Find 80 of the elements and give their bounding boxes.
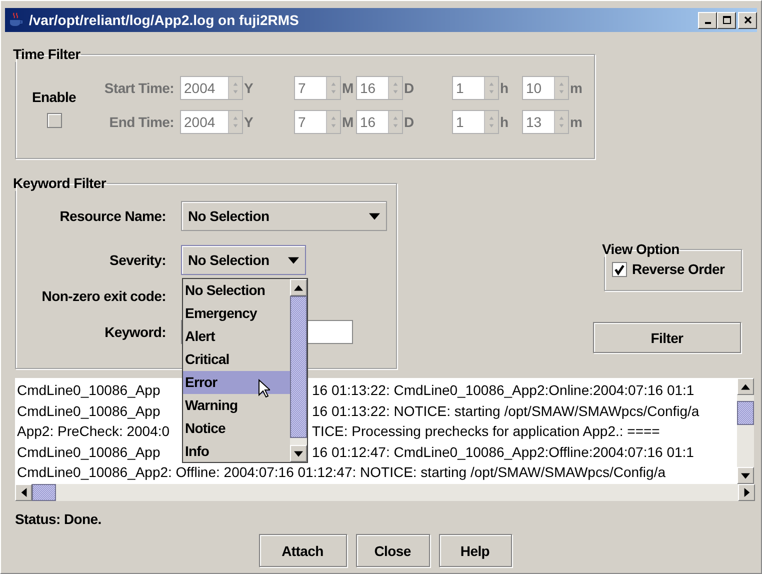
severity-option[interactable]: Warning — [183, 394, 290, 417]
severity-label: Severity: — [108, 252, 166, 268]
horizontal-scrollbar[interactable] — [15, 484, 755, 501]
resource-name-label: Resource Name: — [58, 208, 166, 224]
group-title: Keyword Filter — [12, 175, 108, 191]
log-line: CmdLine0_10086_App — [16, 381, 160, 400]
severity-option[interactable]: Notice — [183, 417, 290, 440]
unit-label: h — [500, 114, 510, 130]
list-scrollbar[interactable] — [290, 279, 307, 462]
dialog-button[interactable]: Attach — [258, 534, 346, 567]
resource-name-dropdown[interactable]: No Selection — [181, 201, 387, 231]
unit-label: h — [500, 80, 510, 96]
spinner-field[interactable]: 16 — [356, 110, 403, 134]
severity-option[interactable]: Emergency — [183, 302, 290, 325]
unit-label: m — [570, 114, 580, 130]
spinner-field[interactable]: 1 — [452, 110, 499, 134]
caret-icon — [369, 212, 380, 220]
unit-label: Y — [244, 80, 254, 96]
close-icon — [742, 15, 752, 25]
log-line: CmdLine0_10086_App — [16, 402, 160, 421]
group-title: View Option — [601, 241, 680, 257]
coffee-cup-icon — [8, 12, 24, 28]
enable-checkbox[interactable] — [46, 112, 62, 128]
maximize-button[interactable] — [717, 12, 736, 28]
spinner-field[interactable]: 7 — [294, 76, 341, 100]
log-line: 16 01:12:47: CmdLine0_10086_App2:Offline:2004:07:16 01:1 — [312, 442, 694, 462]
spinner-field[interactable]: 16 — [356, 76, 403, 100]
keyword-label: Keyword: — [104, 324, 166, 340]
unit-label: m — [570, 80, 580, 96]
unit-label: D — [404, 114, 414, 130]
severity-option[interactable]: Info — [183, 440, 290, 463]
spinner-field[interactable]: 2004 — [180, 76, 243, 100]
minimize-icon — [704, 22, 710, 24]
spinner-field[interactable]: 1 — [452, 76, 499, 100]
severity-option[interactable]: Error — [183, 371, 290, 394]
log-line: TICE: Processing prechecks for application App2.: ==== — [312, 422, 660, 441]
dialog-button[interactable]: Help — [438, 534, 512, 567]
scroll-thumb[interactable] — [290, 296, 307, 438]
spinner-field[interactable]: 7 — [294, 110, 341, 134]
left-arrow-icon[interactable] — [20, 488, 26, 497]
exit-code-label: Non-zero exit code: — [40, 288, 166, 304]
vertical-scrollbar[interactable] — [737, 378, 754, 484]
log-line: 16 01:13:22: CmdLine0_10086_App2:Online:2004:07:16 01:1 — [312, 381, 694, 400]
right-arrow-icon[interactable] — [744, 488, 750, 497]
time-label: End Time: — [108, 114, 174, 130]
log-line: App2: PreCheck: 2004:0 — [16, 422, 170, 441]
unit-label: M — [342, 80, 352, 96]
severity-option[interactable]: Alert — [183, 325, 290, 348]
severity-option[interactable]: No Selection — [183, 279, 290, 302]
group-title: Time Filter — [12, 46, 82, 62]
reverse-order-label: Reverse Order — [632, 261, 725, 277]
scroll-thumb[interactable] — [737, 401, 754, 425]
unit-label: D — [404, 80, 414, 96]
unit-label: Y — [244, 114, 254, 130]
dialog-button[interactable]: Close — [356, 534, 430, 567]
log-line: 16 01:13:22: NOTICE: starting /opt/SMAW/SMAWpcs/Config/a — [312, 402, 700, 420]
close-button[interactable] — [738, 12, 757, 28]
filter-button[interactable]: Filter — [593, 322, 741, 353]
caret-icon — [288, 256, 299, 264]
severity-option[interactable]: Critical — [183, 348, 290, 371]
mouse-pointer-icon — [258, 379, 270, 399]
scroll-thumb[interactable] — [32, 484, 56, 501]
unit-label: M — [342, 114, 352, 130]
enable-label: Enable — [32, 88, 76, 104]
spinner-field[interactable]: 13 — [522, 110, 569, 134]
log-line: CmdLine0_10086_App2: Offline: 2004:07:16 01:12:47: NOTICE: starting /opt/SMAW/SMAWpcs/Config/a — [16, 463, 666, 482]
log-line: CmdLine0_10086_App — [16, 442, 160, 462]
spinner-field[interactable]: 10 — [522, 76, 569, 100]
status-text: Status: Done. — [15, 511, 102, 527]
up-arrow-icon[interactable] — [741, 384, 750, 390]
down-arrow-icon[interactable] — [294, 450, 303, 456]
minimize-button[interactable] — [698, 12, 717, 28]
reverse-order-checkbox[interactable] — [612, 262, 627, 276]
up-arrow-icon[interactable] — [294, 284, 303, 290]
spinner-field[interactable]: 2004 — [180, 110, 243, 134]
severity-dropdown[interactable]: No Selection — [181, 245, 306, 275]
window-title: /var/opt/reliant/log/App2.log on fuji2RMS — [29, 12, 299, 28]
down-arrow-icon[interactable] — [741, 472, 750, 478]
maximize-icon — [722, 15, 732, 25]
time-label: Start Time: — [103, 80, 174, 96]
